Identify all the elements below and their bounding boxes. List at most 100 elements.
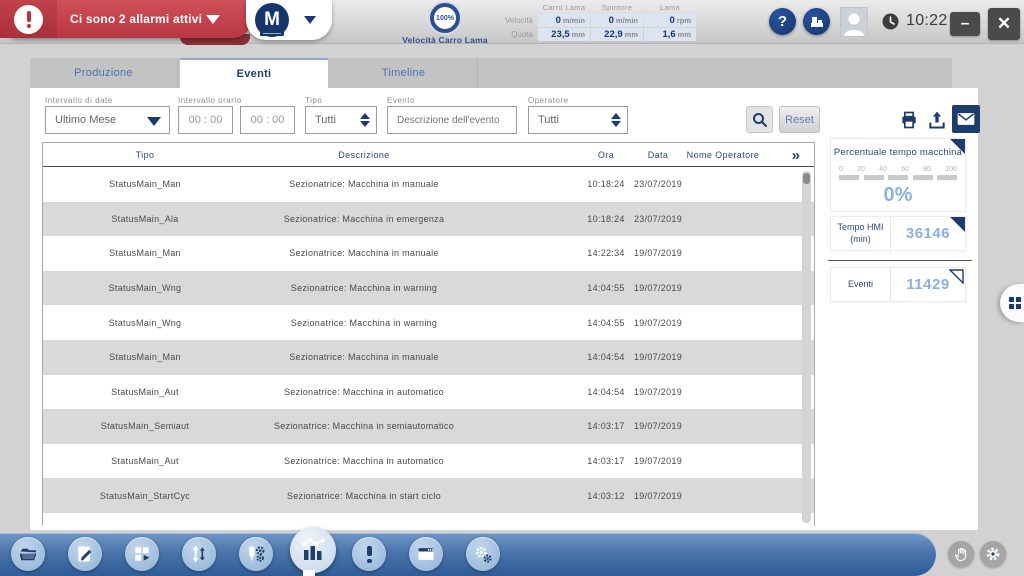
quick-settings-button[interactable] <box>980 541 1006 567</box>
event-row[interactable]: StatusMain_AlaSezionatrice: Macchina in … <box>43 202 814 237</box>
spinner-icon[interactable] <box>360 113 370 127</box>
cell-descrizione: Sezionatrice: Macchina in manuale <box>214 340 514 375</box>
help-button[interactable]: ? <box>769 8 796 35</box>
events-table-body: StatusMain_ManSezionatrice: Macchina in … <box>43 167 814 513</box>
table-scrollbar-thumb[interactable] <box>803 173 810 184</box>
toolbar-axes-button[interactable] <box>182 537 216 571</box>
operator-select[interactable]: Tutti <box>528 106 628 134</box>
machine-button[interactable] <box>803 8 830 35</box>
cell-operatore <box>673 202 773 237</box>
minimize-icon: – <box>961 15 970 33</box>
events-count-label: Eventi <box>831 268 891 301</box>
cell-descrizione: Sezionatrice: Macchina in automatico <box>214 444 514 479</box>
brand-dropdown-icon[interactable] <box>304 16 316 24</box>
cell-descrizione: Sezionatrice: Macchina in warning <box>214 271 514 306</box>
toolbar-edit-button[interactable] <box>68 537 102 571</box>
folder-icon <box>18 544 38 564</box>
minimize-button[interactable]: – <box>950 12 980 36</box>
main-content: Intervallo di date Ultimo Mese Intervall… <box>30 88 978 530</box>
machine-time-percent-value: 0% <box>831 184 965 207</box>
velocita-carro-lama: 0m/min <box>538 14 590 27</box>
machine-icon <box>809 14 825 30</box>
card-corner-outline-icon <box>949 269 964 284</box>
hmi-screen: Ci sono 2 allarmi attivi M 100% Velocità… <box>0 0 1024 576</box>
axes-arrows-icon <box>189 544 209 564</box>
brand-letter: M <box>264 9 280 31</box>
event-row[interactable]: StatusMain_SemiautSezionatrice: Macchina… <box>43 409 814 444</box>
side-drawer-handle[interactable] <box>1000 284 1024 322</box>
event-row[interactable]: StatusMain_AutSezionatrice: Macchina in … <box>43 444 814 479</box>
machine-time-percent-title: Percentuale tempo macchina <box>831 147 965 158</box>
event-row[interactable]: StatusMain_AutSezionatrice: Macchina in … <box>43 375 814 410</box>
velocita-lama: 0rpm <box>644 14 696 27</box>
table-scrollbar[interactable] <box>802 171 811 523</box>
event-row[interactable]: StatusMain_ManSezionatrice: Macchina in … <box>43 340 814 375</box>
spinner-icon[interactable] <box>611 113 621 127</box>
gear-icon <box>985 546 1001 562</box>
active-alarms-banner[interactable]: Ci sono 2 allarmi attivi <box>0 0 252 38</box>
events-count-card[interactable]: Eventi 11429 <box>830 267 966 302</box>
type-select[interactable]: Tutti <box>305 106 377 134</box>
layout-play-icon <box>132 544 152 564</box>
time-to-field[interactable] <box>240 106 295 134</box>
tab-timeline[interactable]: Timeline <box>330 58 478 88</box>
header-nome-operatore[interactable]: Nome Operatore <box>673 143 773 167</box>
statistics-icon <box>299 536 327 564</box>
tab-produzione[interactable]: Produzione <box>30 58 178 88</box>
operator-label: Operatore <box>528 96 569 105</box>
speed-gauge-value: 100% <box>436 15 454 22</box>
cell-descrizione: Sezionatrice: Macchina in manuale <box>214 167 514 202</box>
user-icon <box>842 10 866 36</box>
hand-mode-button[interactable] <box>948 541 974 567</box>
quota-spintore: 22,9mm <box>591 28 643 41</box>
tools-icon <box>246 544 266 564</box>
tab-eventi[interactable]: Eventi <box>180 58 328 88</box>
event-field[interactable] <box>387 106 517 134</box>
event-row[interactable]: StatusMain_WngSezionatrice: Macchina in … <box>43 305 814 340</box>
time-to-input[interactable] <box>241 114 294 126</box>
export-button[interactable] <box>924 107 950 133</box>
cell-descrizione: Sezionatrice: Macchina in emergenza <box>214 202 514 237</box>
alarms-icon <box>360 545 378 563</box>
axis-col-spintore: Spintore <box>591 3 643 13</box>
event-row[interactable]: StatusMain_ManSezionatrice: Macchina in … <box>43 236 814 271</box>
date-range-select[interactable]: Ultimo Mese <box>45 106 170 134</box>
event-row[interactable]: StatusMain_ManSezionatrice: Macchina in … <box>43 167 814 202</box>
header-descrizione[interactable]: Descrizione <box>214 143 514 167</box>
toolbar-layout-button[interactable] <box>125 537 159 571</box>
print-button[interactable] <box>896 107 922 133</box>
velocita-spintore: 0m/min <box>591 14 643 27</box>
percent-bar-segments <box>839 175 957 180</box>
quota-lama: 1,6mm <box>644 28 696 41</box>
toolbar-settings-button[interactable] <box>466 537 500 571</box>
alarm-dropdown-icon[interactable] <box>206 15 220 24</box>
mail-button[interactable] <box>952 105 980 133</box>
hmi-time-label: Tempo HMI (min) <box>831 217 891 250</box>
time-from-field[interactable] <box>178 106 233 134</box>
operator-value: Tutti <box>538 114 559 126</box>
active-tool-notch <box>303 570 315 576</box>
toolbar-alarms-button[interactable] <box>352 537 386 571</box>
machine-time-percent-card[interactable]: Percentuale tempo macchina 0 20 40 60 80… <box>830 138 966 212</box>
toolbar-tools-button[interactable] <box>239 537 273 571</box>
cell-descrizione: Sezionatrice: Macchina in manuale <box>214 236 514 271</box>
type-value: Tutti <box>315 114 336 126</box>
expand-columns-icon[interactable]: » <box>792 143 800 167</box>
brand-menu[interactable]: M <box>246 0 332 40</box>
event-input[interactable] <box>388 115 516 126</box>
event-row[interactable]: StatusMain_StartCycSezionatrice: Macchin… <box>43 478 814 513</box>
user-avatar[interactable] <box>840 7 868 37</box>
toolbar-statistics-button[interactable] <box>290 527 336 573</box>
cell-operatore <box>673 236 773 271</box>
event-row[interactable]: StatusMain_WngSezionatrice: Macchina in … <box>43 271 814 306</box>
toolbar-folder-button[interactable] <box>11 537 45 571</box>
search-button[interactable] <box>746 106 773 133</box>
cell-operatore <box>673 409 773 444</box>
event-label: Evento <box>387 96 415 105</box>
time-from-input[interactable] <box>179 114 232 126</box>
reset-button[interactable]: Reset <box>779 106 820 133</box>
close-button[interactable]: ✕ <box>988 8 1020 40</box>
cell-operatore <box>673 271 773 306</box>
hmi-time-card[interactable]: Tempo HMI (min) 36146 <box>830 216 966 251</box>
toolbar-terminal-button[interactable] <box>409 537 443 571</box>
